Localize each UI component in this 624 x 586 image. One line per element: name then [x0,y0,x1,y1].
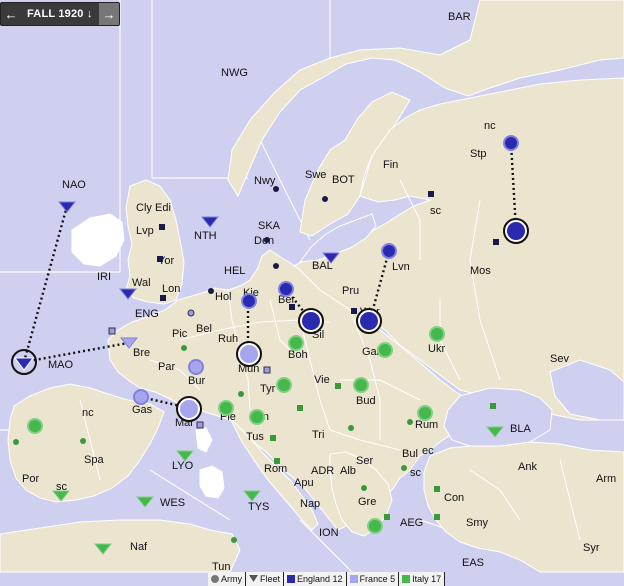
sea-label-hel: HEL [224,265,245,277]
sea-label-eng: ENG [135,308,159,320]
svg-text:Par: Par [158,361,175,373]
legend-france: France 5 [346,572,399,586]
svg-text:Spa: Spa [84,454,104,466]
svg-text:Cly: Cly [136,202,152,214]
svg-text:Bre: Bre [133,347,150,359]
svg-text:nc: nc [82,407,94,419]
svg-text:Ruh: Ruh [218,333,238,345]
svg-text:Swe: Swe [305,169,326,181]
svg-text:Naf: Naf [130,541,148,553]
svg-text:Pic: Pic [172,328,188,340]
svg-text:Den: Den [254,235,274,247]
svg-text:Tyr: Tyr [260,383,276,395]
sea-label-tys: TYS [248,501,269,513]
sea-label-nwg: NWG [221,67,248,79]
svg-text:Smy: Smy [466,517,489,529]
sea-label-lyo: LYO [172,460,194,472]
legend-army: Army [208,572,245,586]
svg-text:Vie: Vie [314,374,330,386]
arrow-left-icon: ← [4,6,18,22]
svg-text:Arm: Arm [596,473,616,485]
svg-text:Bul: Bul [402,448,418,460]
army-icon [211,575,219,583]
svg-text:Ank: Ank [518,461,537,473]
next-phase-button[interactable]: → [99,3,119,25]
svg-text:Tri: Tri [312,429,324,441]
svg-text:ec: ec [422,445,434,457]
svg-text:Tus: Tus [246,431,264,443]
europe-map: BAR NWG NAO NTH SKA HEL BAL BOT IRI ENG … [0,0,624,586]
svg-text:Boh: Boh [288,349,308,361]
fleet-icon [249,575,258,582]
svg-text:Ukr: Ukr [428,343,445,355]
svg-text:Nap: Nap [300,498,320,510]
sea-label-bot: BOT [332,174,355,186]
svg-text:Con: Con [444,492,464,504]
svg-text:Mos: Mos [470,265,491,277]
italy-swatch [402,575,411,583]
svg-text:Gal: Gal [362,346,379,358]
sea-label-eas: EAS [462,557,484,569]
svg-text:Bel: Bel [196,323,212,335]
svg-text:Bur: Bur [188,375,205,387]
svg-text:Lvn: Lvn [392,261,410,273]
sea-label-iri: IRI [97,271,111,283]
map-legend: Army Fleet England 12 France 5 Italy 17 [208,572,446,586]
arrow-right-icon: → [102,6,116,22]
svg-text:Nwy: Nwy [254,175,276,187]
svg-text:Gre: Gre [358,496,376,508]
sea-label-bar: BAR [448,11,471,23]
svg-text:sc: sc [410,467,422,479]
svg-text:Lvp: Lvp [136,225,154,237]
legend-italy: Italy 17 [399,572,445,586]
svg-text:Gas: Gas [132,404,153,416]
sea-label-ska: SKA [258,220,281,232]
svg-text:sc: sc [430,205,442,217]
sea-label-bla: BLA [510,423,531,435]
legend-fleet: Fleet [246,572,284,586]
svg-text:Edi: Edi [155,202,171,214]
sea-label-ion: ION [319,527,339,539]
sea-label-wes: WES [160,497,185,509]
svg-text:Syr: Syr [583,542,600,554]
france-swatch [349,575,358,583]
diplomacy-board: BAR NWG NAO NTH SKA HEL BAL BOT IRI ENG … [0,0,624,586]
svg-text:nc: nc [484,120,496,132]
svg-text:Stp: Stp [470,148,487,160]
svg-text:Ser: Ser [356,455,373,467]
svg-text:Lon: Lon [162,283,180,295]
svg-text:Por: Por [22,473,39,485]
svg-text:Hol: Hol [215,291,232,303]
sea-label-nao: NAO [62,179,86,191]
sea-label-nth: NTH [194,230,217,242]
svg-text:Rom: Rom [264,463,287,475]
svg-text:Apu: Apu [294,477,314,489]
svg-text:Wal: Wal [132,277,151,289]
phase-selector[interactable]: FALL 1920 ↓ [21,8,93,20]
legend-england: England 12 [284,572,346,586]
svg-text:Fin: Fin [383,159,398,171]
svg-text:Pru: Pru [342,285,359,297]
svg-text:Sev: Sev [550,353,569,365]
england-swatch [287,575,296,583]
sea-label-aeg: AEG [400,517,423,529]
sea-label-adr: ADR [311,465,334,477]
svg-text:Bud: Bud [356,395,376,407]
sea-label-mao: MAO [48,359,74,371]
svg-text:Alb: Alb [340,465,356,477]
phase-navigator: ← FALL 1920 ↓ → [0,2,120,26]
previous-phase-button[interactable]: ← [1,3,21,25]
